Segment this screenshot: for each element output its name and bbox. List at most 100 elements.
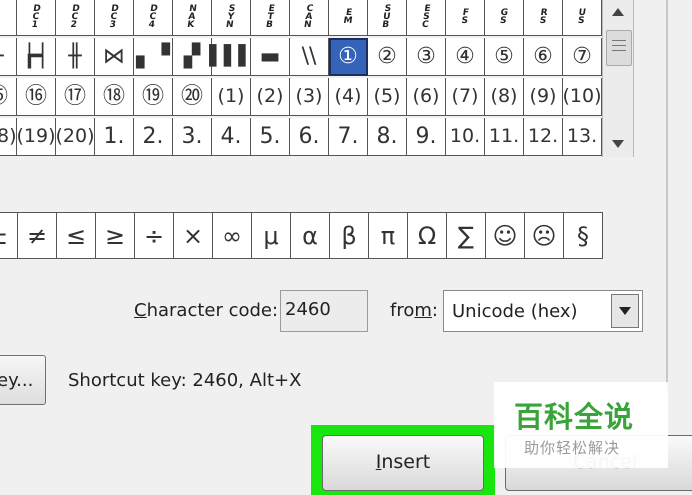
character-cell[interactable]: US (563, 0, 602, 36)
character-cell[interactable]: ⑰ (56, 78, 95, 116)
character-glyph: (19) (16, 125, 56, 147)
character-cell[interactable]: EM (329, 0, 368, 36)
character-cell[interactable]: 7. (329, 118, 368, 156)
character-cell[interactable]: 11. (485, 118, 524, 156)
character-cell[interactable]: ⑯ (17, 78, 56, 116)
recent-symbol-cell[interactable]: ☹ (525, 213, 564, 259)
character-glyph: (7) (451, 85, 479, 107)
grid-scrollbar[interactable] (602, 0, 634, 157)
character-cell[interactable]: (18) (0, 118, 17, 156)
character-cell[interactable]: ⑤ (485, 38, 524, 76)
insert-button[interactable]: Insert (322, 435, 484, 491)
from-select[interactable]: Unicode (hex) (443, 290, 643, 332)
character-glyph: ┢┥ (22, 43, 50, 69)
recent-symbol-cell[interactable]: β (330, 213, 369, 259)
character-cell[interactable]: NAK (173, 0, 212, 36)
watermark: 百科全说 助你轻松解决 (494, 382, 668, 468)
character-cell[interactable]: GS (485, 0, 524, 36)
character-cell[interactable]: ⑲ (134, 78, 173, 116)
recent-symbol-cell[interactable]: ∞ (213, 213, 252, 259)
character-cell[interactable]: ④ (446, 38, 485, 76)
character-cell[interactable]: ▗▘ (173, 38, 212, 76)
recent-symbol-cell[interactable]: § (564, 213, 603, 259)
character-grid[interactable]: DC1 DC2 DC3 DC4 NAK SYN ETB CAN EM SUB ESC FS GS RS US… (0, 0, 602, 158)
from-dropdown-button[interactable] (611, 294, 639, 328)
character-cell[interactable]: ⑮ (0, 78, 17, 116)
character-cell[interactable]: 5. (251, 118, 290, 156)
recent-symbol-cell[interactable]: π (369, 213, 408, 259)
character-cell[interactable]: ▖▝ (134, 38, 173, 76)
recent-symbol-cell[interactable]: ± (0, 213, 18, 259)
recent-symbol-cell[interactable]: ≥ (96, 213, 135, 259)
character-cell[interactable]: CAN (290, 0, 329, 36)
character-cell[interactable]: ⑥ (524, 38, 563, 76)
character-glyph: ⑰ (63, 83, 86, 109)
character-cell[interactable]: ▬ (251, 38, 290, 76)
character-cell[interactable]: 4. (212, 118, 251, 156)
character-cell[interactable]: 3. (173, 118, 212, 156)
character-cell[interactable]: (8) (485, 78, 524, 116)
character-cell[interactable]: 8. (368, 118, 407, 156)
character-cell[interactable]: (10) (563, 78, 602, 116)
character-cell[interactable]: 9. (407, 118, 446, 156)
character-cell[interactable]: SYN (212, 0, 251, 36)
character-cell[interactable]: ╂ (0, 38, 17, 76)
shortcut-key-button[interactable]: ey... (0, 355, 46, 405)
character-glyph: SYN (225, 3, 237, 30)
character-cell[interactable]: (20) (56, 118, 95, 156)
recent-symbol-cell[interactable]: μ (252, 213, 291, 259)
scrollbar-thumb[interactable] (606, 30, 632, 66)
character-glyph: NAK (186, 3, 198, 30)
scroll-up-button[interactable] (603, 0, 633, 24)
character-cell[interactable]: (3) (290, 78, 329, 116)
character-cell[interactable]: FS (446, 0, 485, 36)
scroll-down-button[interactable] (603, 132, 633, 156)
character-cell[interactable]: ETB (251, 0, 290, 36)
character-cell[interactable]: SUB (368, 0, 407, 36)
character-cell[interactable]: ② (368, 38, 407, 76)
character-cell[interactable]: (2) (251, 78, 290, 116)
recent-symbol-cell[interactable]: α (291, 213, 330, 259)
character-cell[interactable]: ① (329, 38, 368, 76)
character-cell[interactable]: ╫ (56, 38, 95, 76)
recent-symbol-cell[interactable]: ≠ (18, 213, 57, 259)
character-cell[interactable]: DC1 (17, 0, 56, 36)
character-cell[interactable]: 2. (134, 118, 173, 156)
character-cell[interactable]: RS (524, 0, 563, 36)
character-cell[interactable] (0, 0, 17, 36)
character-cell[interactable]: DC3 (95, 0, 134, 36)
character-cell[interactable]: 1. (95, 118, 134, 156)
character-cell[interactable]: ESC (407, 0, 446, 36)
recent-symbol-cell[interactable]: × (174, 213, 213, 259)
character-cell[interactable]: ⑳ (173, 78, 212, 116)
character-cell[interactable]: \\ (290, 38, 329, 76)
character-cell[interactable]: 13. (563, 118, 602, 156)
recent-symbol-cell[interactable]: ≤ (57, 213, 96, 259)
character-cell[interactable]: ▌▌▌ (209, 38, 253, 76)
recent-symbol-cell[interactable]: Ω (408, 213, 447, 259)
character-glyph: (6) (412, 85, 440, 107)
character-cell[interactable]: (5) (368, 78, 407, 116)
character-cell[interactable]: (19) (17, 118, 56, 156)
character-code-input[interactable]: 2460 (280, 290, 368, 332)
character-cell[interactable]: ⋈ (95, 38, 134, 76)
character-cell[interactable]: 10. (446, 118, 485, 156)
character-cell[interactable]: 6. (290, 118, 329, 156)
character-glyph: DC2 (70, 3, 81, 30)
character-cell[interactable]: DC4 (134, 0, 173, 36)
recent-symbol-cell[interactable]: ÷ (135, 213, 174, 259)
character-cell[interactable]: 12. (524, 118, 563, 156)
character-cell[interactable]: (9) (524, 78, 563, 116)
character-cell[interactable]: ⑱ (95, 78, 134, 116)
character-cell[interactable]: ③ (407, 38, 446, 76)
recent-symbol-cell[interactable]: ∑ (447, 213, 486, 259)
character-cell[interactable]: (7) (446, 78, 485, 116)
character-cell[interactable]: (6) (407, 78, 446, 116)
character-cell[interactable]: ⑦ (563, 38, 602, 76)
recent-symbol-cell[interactable]: ☺ (486, 213, 525, 259)
recently-used-symbols[interactable]: ± ≠ ≤ ≥ ÷ × ∞ μαβπΩ ∑ ☺ ☹ § (0, 212, 603, 259)
character-cell[interactable]: (4) (329, 78, 368, 116)
character-cell[interactable]: DC2 (56, 0, 95, 36)
character-cell[interactable]: ┢┥ (17, 38, 56, 76)
character-cell[interactable]: (1) (212, 78, 251, 116)
